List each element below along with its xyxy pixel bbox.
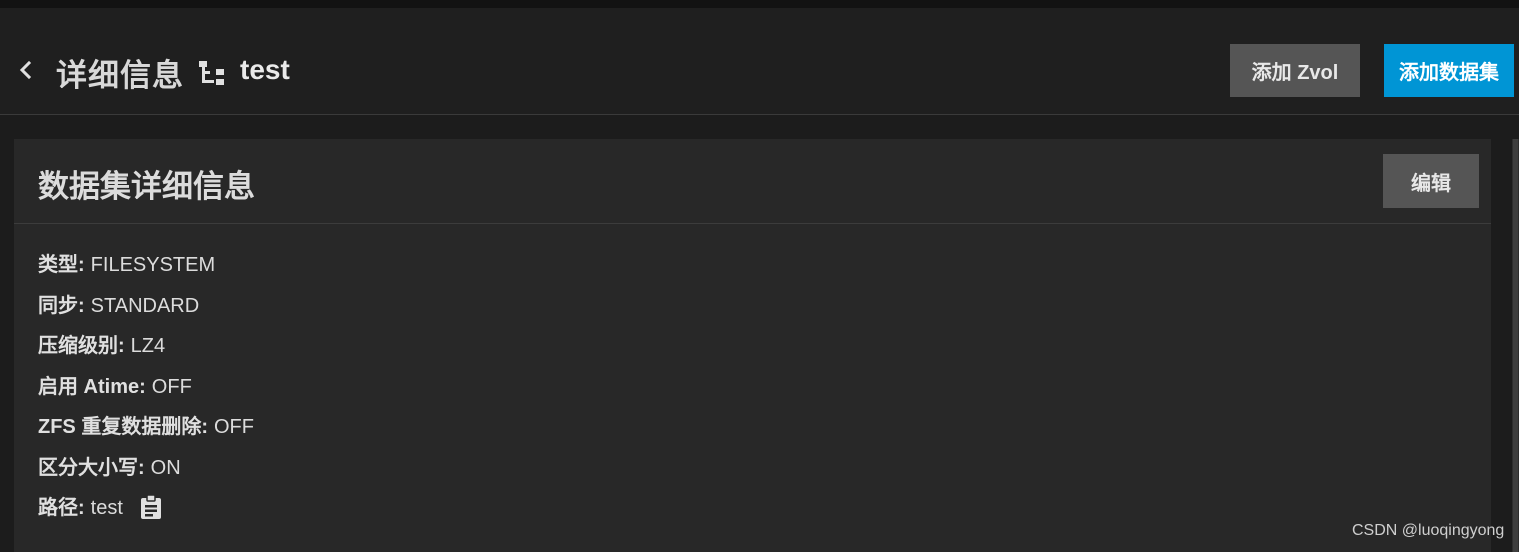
property-key: 压缩级别: [38, 335, 125, 357]
property-sync: 同步: STANDARD [38, 292, 254, 333]
property-dedup: ZFS 重复数据删除: OFF [38, 413, 254, 454]
property-compression: 压缩级别: LZ4 [38, 332, 254, 373]
property-key: 区分大小写: [38, 456, 145, 479]
property-list: 类型: FILESYSTEM 同步: STANDARD 压缩级别: LZ4 启用… [38, 251, 254, 535]
property-type: 类型: FILESYSTEM [38, 251, 254, 292]
property-value: ON [150, 456, 181, 479]
card-header: 数据集详细信息 编辑 [14, 139, 1491, 224]
property-path: 路径: test [38, 494, 254, 535]
dataset-name: test [240, 54, 290, 85]
property-key: 同步: [38, 294, 85, 317]
chevron-left-icon[interactable] [14, 58, 38, 82]
card-title: 数据集详细信息 [38, 169, 255, 204]
property-key: 路径: [38, 497, 85, 519]
clipboard-copy-icon[interactable] [139, 494, 163, 520]
property-key: 类型: [38, 254, 85, 276]
add-zvol-button[interactable]: 添加 Zvol [1230, 44, 1360, 97]
page-title: 详细信息 [56, 58, 184, 93]
add-dataset-button[interactable]: 添加数据集 [1384, 44, 1514, 97]
account-tree-icon [197, 59, 229, 87]
property-key: ZFS 重复数据删除: [38, 416, 208, 438]
edit-button[interactable]: 编辑 [1383, 154, 1479, 208]
property-case-sensitivity: 区分大小写: ON [38, 454, 254, 495]
property-value: FILESYSTEM [90, 254, 216, 276]
property-value: OFF [151, 375, 192, 398]
property-atime: 启用 Atime: OFF [38, 373, 254, 414]
watermark: CSDN @luoqingyong [1352, 522, 1505, 539]
top-strip [0, 0, 1519, 8]
property-value: OFF [214, 416, 254, 438]
property-value: STANDARD [90, 294, 200, 317]
dataset-details-card: 数据集详细信息 编辑 类型: FILESYSTEM 同步: STANDARD 压… [14, 139, 1491, 552]
page-header: 详细信息 test 添加 Zvol 添加数据集 [0, 8, 1519, 115]
property-value: LZ4 [130, 335, 166, 357]
scrollbar-thumb[interactable] [1513, 139, 1518, 552]
property-value: test [90, 497, 123, 519]
property-key: 启用 Atime: [38, 375, 146, 398]
